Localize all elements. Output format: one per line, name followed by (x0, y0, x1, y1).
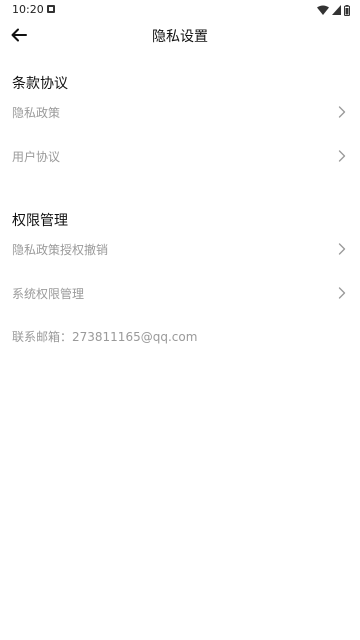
contact-email: 联系邮箱：273811165@qq.com (12, 330, 198, 344)
section-title-permissions: 权限管理 (12, 213, 68, 229)
menu-item-label: 隐私政策 (12, 106, 61, 120)
cell-signal-icon (332, 5, 341, 15)
menu-item-label: 隐私政策授权撤销 (12, 243, 109, 257)
chevron-right-icon (338, 287, 346, 299)
battery-icon (344, 4, 350, 16)
status-bar: 10:20 (0, 0, 360, 20)
menu-item-privacy-policy[interactable]: 隐私政策 (0, 96, 360, 128)
menu-item-user-agreement[interactable]: 用户协议 (0, 140, 360, 172)
menu-item-system-permission-management[interactable]: 系统权限管理 (0, 277, 360, 309)
chevron-right-icon (338, 243, 346, 255)
chevron-right-icon (338, 106, 346, 118)
chevron-right-icon (338, 150, 346, 162)
menu-item-revoke-privacy-authorization[interactable]: 隐私政策授权撤销 (0, 233, 360, 265)
section-title-terms: 条款协议 (12, 76, 68, 92)
wifi-icon (317, 5, 329, 15)
menu-item-label: 系统权限管理 (12, 287, 85, 301)
privacy-settings-screen: 10:20 隐私设置 条款协议 隐私政策 用户协议 权限管理 隐私政策授权撤销 … (0, 0, 360, 640)
menu-item-label: 用户协议 (12, 150, 61, 164)
status-icons (317, 4, 350, 16)
status-time: 10:20 (12, 3, 44, 16)
app-bar: 隐私设置 (0, 20, 360, 52)
notification-app-icon (47, 5, 55, 13)
page-title: 隐私设置 (152, 29, 208, 45)
